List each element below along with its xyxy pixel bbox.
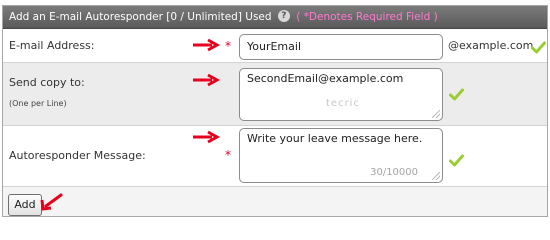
red-arrow-icon [40,193,63,211]
email-input-value: YourEmail [247,40,302,53]
tecric-watermark: tecric [326,98,360,109]
resize-grip[interactable] [432,110,440,118]
required-field-note: ( *Denotes Required Field ) [296,11,438,23]
send-copy-hint: (One per Line) [9,99,67,108]
email-row: E-mail Address: * YourEmail @example.com [3,29,547,63]
send-copy-value: SecondEmail@example.com [247,72,404,85]
send-copy-row: Send copy to: (One per Line) SecondEmail… [3,63,547,126]
green-checkmark-icon [531,41,546,54]
panel-header: Add an E-mail Autoresponder [0 / Unlimit… [3,6,547,29]
red-arrow-icon [193,38,220,52]
green-checkmark-icon [449,88,464,101]
send-copy-textarea[interactable]: SecondEmail@example.com tecric [239,68,443,121]
resize-grip[interactable] [432,172,440,180]
message-value: Write your leave message here. [247,132,423,145]
red-arrow-icon [193,73,220,87]
required-star: * [225,148,231,162]
add-button[interactable]: Add [8,194,42,216]
email-domain-suffix: @example.com [448,39,534,52]
green-checkmark-icon [449,154,464,167]
message-label: Autoresponder Message: [9,149,146,162]
send-copy-label: Send copy to: [9,76,85,89]
form-footer [3,187,547,216]
email-input[interactable]: YourEmail [239,34,443,60]
help-icon[interactable]: ? [277,10,290,22]
message-textarea[interactable]: Write your leave message here. 30/10000 [239,128,443,183]
panel-title: Add an E-mail Autoresponder [0 / Unlimit… [9,11,272,23]
autoresponder-panel: Add an E-mail Autoresponder [0 / Unlimit… [2,5,548,217]
message-row: Autoresponder Message: * Write your leav… [3,126,547,187]
red-arrow-icon [193,130,220,144]
character-counter: 30/10000 [370,167,418,178]
required-star: * [225,39,231,53]
email-label: E-mail Address: [9,39,95,52]
